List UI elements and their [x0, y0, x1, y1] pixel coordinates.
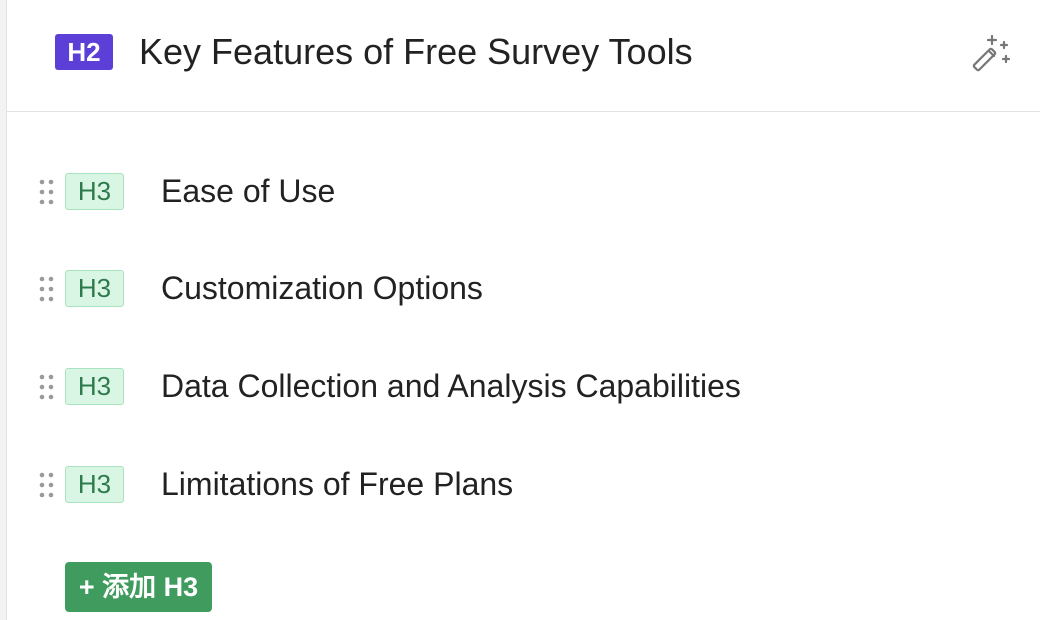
- drag-handle-icon[interactable]: [37, 275, 57, 303]
- outline-card: H2 Key Features of Free Survey Tools H3 …: [6, 0, 1040, 620]
- subheading-title[interactable]: Customization Options: [161, 268, 483, 308]
- drag-handle-icon[interactable]: [37, 471, 57, 499]
- subheading-title[interactable]: Ease of Use: [161, 171, 335, 211]
- magic-wand-icon[interactable]: [968, 32, 1014, 78]
- add-h3-button[interactable]: + 添加 H3: [65, 562, 212, 612]
- h3-badge: H3: [65, 173, 124, 210]
- drag-handle-icon[interactable]: [37, 178, 57, 206]
- list-item-h3[interactable]: H3 Customization Options: [7, 260, 1040, 316]
- subheading-title[interactable]: Limitations of Free Plans: [161, 464, 513, 504]
- subheading-title[interactable]: Data Collection and Analysis Capabilitie…: [161, 366, 741, 406]
- section-header: H2 Key Features of Free Survey Tools: [7, 0, 1040, 112]
- h3-badge: H3: [65, 466, 124, 503]
- list-item-h3[interactable]: H3 Limitations of Free Plans: [7, 456, 1040, 512]
- h3-badge: H3: [65, 368, 124, 405]
- section-title[interactable]: Key Features of Free Survey Tools: [139, 30, 693, 74]
- drag-handle-icon[interactable]: [37, 373, 57, 401]
- h2-badge: H2: [55, 34, 113, 70]
- list-item-h3[interactable]: H3 Data Collection and Analysis Capabili…: [7, 358, 1040, 414]
- list-item-h3[interactable]: H3 Ease of Use: [7, 163, 1040, 219]
- h3-badge: H3: [65, 270, 124, 307]
